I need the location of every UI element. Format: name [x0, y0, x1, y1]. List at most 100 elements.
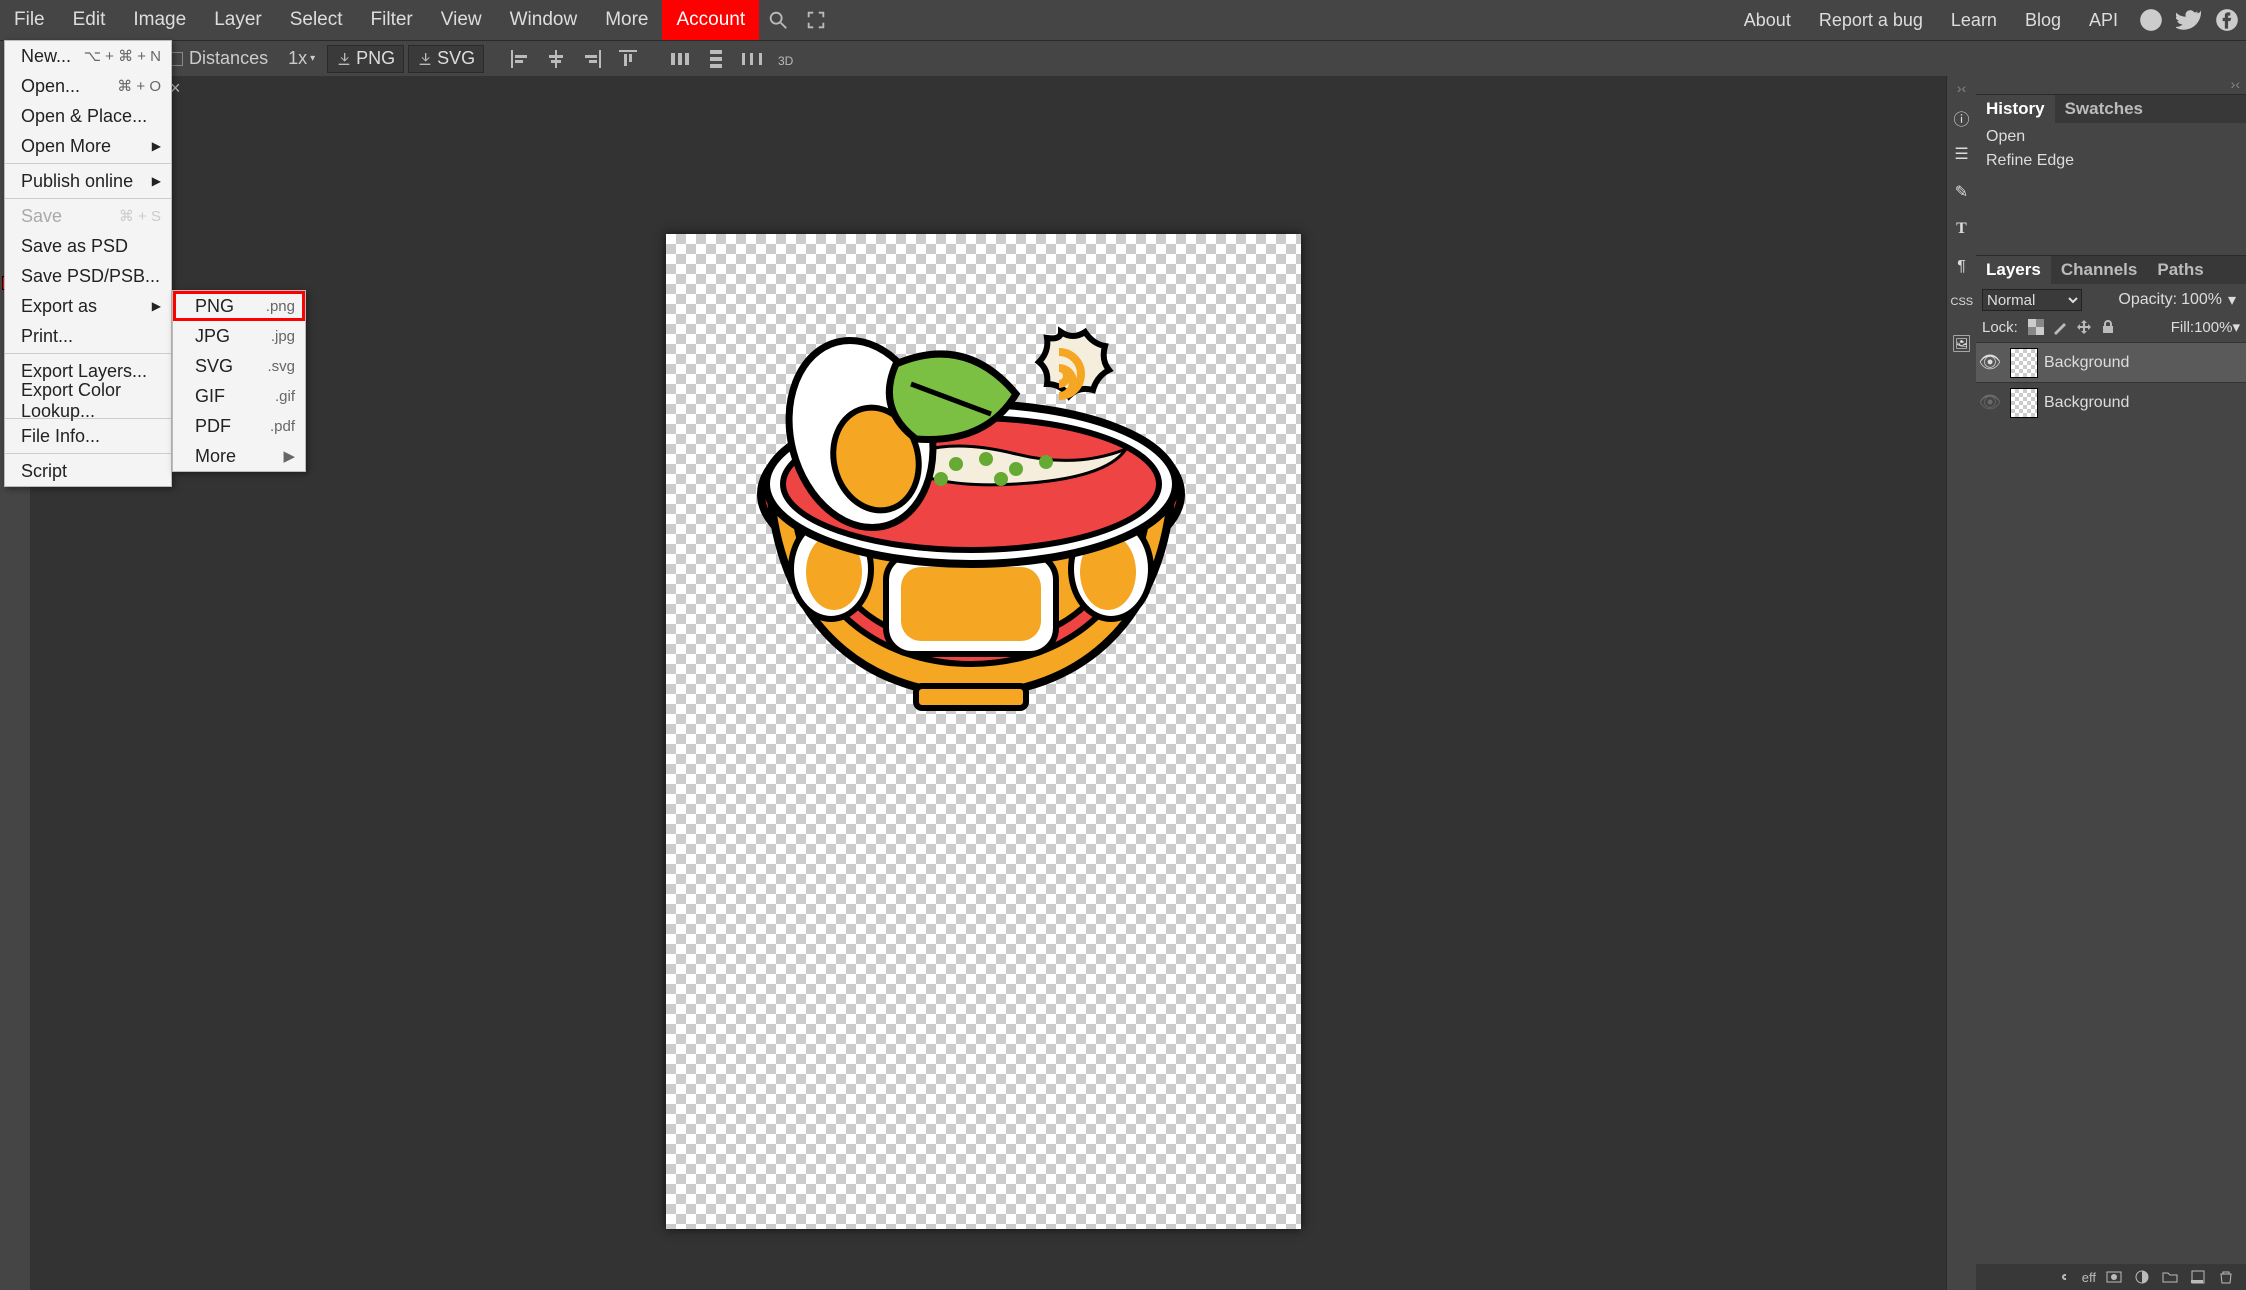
blend-mode-select[interactable]: Normal — [1982, 289, 2082, 311]
layer-name[interactable]: Background — [2044, 354, 2129, 372]
align-right-icon[interactable] — [580, 47, 604, 71]
menu-window[interactable]: Window — [496, 0, 592, 40]
file-menu-item[interactable]: Print... — [5, 321, 171, 351]
twitter-icon[interactable] — [2176, 7, 2202, 33]
search-icon[interactable] — [767, 9, 789, 31]
menu-filter[interactable]: Filter — [357, 0, 427, 40]
menu-layer[interactable]: Layer — [200, 0, 276, 40]
menu-blog[interactable]: Blog — [2011, 0, 2075, 40]
export-submenu-item[interactable]: PNG.png — [173, 291, 305, 321]
distribute-h-icon[interactable] — [668, 47, 692, 71]
file-menu-item[interactable]: Save PSD/PSB... — [5, 261, 171, 291]
export-submenu-item[interactable]: SVG.svg — [173, 351, 305, 381]
distribute-v-icon[interactable] — [704, 47, 728, 71]
tab-paths[interactable]: Paths — [2147, 256, 2213, 284]
zoom-caret-icon[interactable]: ▾ — [310, 53, 315, 64]
layer-effects-label[interactable]: eff — [2082, 1270, 2096, 1285]
lock-all-icon[interactable] — [2100, 319, 2116, 335]
align-top-icon[interactable] — [616, 47, 640, 71]
lock-transparency-icon[interactable] — [2028, 319, 2044, 335]
options-bar: ransform controls Distances 1x▾ PNG SVG … — [0, 40, 2246, 76]
tab-swatches[interactable]: Swatches — [2055, 95, 2153, 123]
fill-caret-icon[interactable]: ▾ — [2232, 318, 2240, 336]
delete-layer-icon[interactable] — [2218, 1269, 2234, 1285]
lock-pixels-icon[interactable] — [2052, 319, 2068, 335]
export-svg-button[interactable]: SVG — [408, 45, 484, 73]
menu-file[interactable]: File — [0, 0, 59, 40]
distribute-spacing-icon[interactable] — [740, 47, 764, 71]
export-as-submenu: PNG.pngJPG.jpgSVG.svgGIF.gifPDF.pdfMore▶ — [172, 290, 306, 472]
fill-value[interactable]: 100% — [2194, 319, 2232, 336]
collapse-panels-icon[interactable]: ›‹ — [2231, 76, 2240, 94]
character-panel-icon[interactable]: T — [1951, 220, 1973, 242]
export-png-button[interactable]: PNG — [327, 45, 404, 73]
export-submenu-item[interactable]: JPG.jpg — [173, 321, 305, 351]
file-menu-item[interactable]: Export Color Lookup... — [5, 386, 171, 416]
reddit-icon[interactable] — [2138, 7, 2164, 33]
history-panel: History Swatches Open Refine Edge — [1976, 94, 2246, 255]
menu-more[interactable]: More — [591, 0, 662, 40]
menu-api[interactable]: API — [2075, 0, 2132, 40]
new-layer-icon[interactable] — [2190, 1269, 2206, 1285]
css-panel-icon[interactable]: CSS — [1951, 296, 1973, 318]
export-submenu-item[interactable]: GIF.gif — [173, 381, 305, 411]
opacity-caret-icon[interactable]: ▾ — [2228, 290, 2240, 310]
collapse-panels-icon[interactable]: ›‹ — [1957, 80, 1966, 98]
brush-panel-icon[interactable]: ✎ — [1951, 182, 1973, 204]
menu-report-bug[interactable]: Report a bug — [1805, 0, 1937, 40]
fill-label: Fill: — [2171, 319, 2194, 336]
facebook-icon[interactable] — [2214, 7, 2240, 33]
layer-thumbnail[interactable] — [2010, 348, 2038, 378]
canvas[interactable] — [666, 234, 1301, 1229]
layer-visibility-icon[interactable]: 👁 — [1976, 392, 2004, 413]
layer-visibility-icon[interactable]: 👁 — [1976, 352, 2004, 373]
file-menu-item[interactable]: Open...⌘ + O — [5, 71, 171, 101]
layers-footer: eff — [1976, 1264, 2246, 1290]
tab-channels[interactable]: Channels — [2051, 256, 2148, 284]
layer-item[interactable]: 👁 Background — [1976, 382, 2246, 422]
info-panel-icon[interactable]: ⓘ — [1951, 106, 1973, 128]
menu-view[interactable]: View — [427, 0, 496, 40]
file-menu-item[interactable]: Save as PSD — [5, 231, 171, 261]
file-menu-item[interactable]: New...⌥ + ⌘ + N — [5, 41, 171, 71]
canvas-area[interactable]: × — [30, 76, 1946, 1290]
menu-account[interactable]: Account — [662, 0, 759, 40]
file-menu-item[interactable]: File Info... — [5, 421, 171, 451]
menu-learn[interactable]: Learn — [1937, 0, 2011, 40]
file-menu-item[interactable]: Publish online▶ — [5, 166, 171, 196]
opacity-value[interactable]: 100% — [2181, 291, 2222, 309]
paragraph-panel-icon[interactable]: ¶ — [1951, 258, 1973, 280]
menu-image[interactable]: Image — [119, 0, 200, 40]
adjustment-layer-icon[interactable] — [2134, 1269, 2150, 1285]
export-submenu-item[interactable]: More▶ — [173, 441, 305, 471]
export-submenu-item[interactable]: PDF.pdf — [173, 411, 305, 441]
distances-label: Distances — [189, 48, 268, 69]
align-left-icon[interactable] — [508, 47, 532, 71]
fullscreen-icon[interactable] — [805, 9, 827, 31]
file-menu-item[interactable]: Open & Place... — [5, 101, 171, 131]
tab-layers[interactable]: Layers — [1976, 256, 2051, 284]
layer-name[interactable]: Background — [2044, 394, 2129, 412]
layer-thumbnail[interactable] — [2010, 388, 2038, 418]
layer-item[interactable]: 👁 Background — [1976, 342, 2246, 382]
align-center-h-icon[interactable] — [544, 47, 568, 71]
zoom-level[interactable]: 1x — [288, 48, 307, 69]
file-menu-item[interactable]: Script — [5, 456, 171, 486]
file-menu-item[interactable]: Export as▶ — [5, 291, 171, 321]
menu-edit[interactable]: Edit — [59, 0, 120, 40]
image-panel-icon[interactable]: 🖼 — [1951, 334, 1973, 356]
lock-position-icon[interactable] — [2076, 319, 2092, 335]
layer-mask-icon[interactable] — [2106, 1269, 2122, 1285]
history-item[interactable]: Open — [1982, 125, 2240, 149]
menu-bar: File Edit Image Layer Select Filter View… — [0, 0, 2246, 40]
history-item[interactable]: Refine Edge — [1982, 149, 2240, 173]
new-folder-icon[interactable] — [2162, 1269, 2178, 1285]
download-icon — [336, 51, 352, 67]
menu-about[interactable]: About — [1730, 0, 1805, 40]
file-menu-item[interactable]: Open More▶ — [5, 131, 171, 161]
adjustment-panel-icon[interactable]: ☰ — [1951, 144, 1973, 166]
tab-history[interactable]: History — [1976, 95, 2055, 123]
menu-select[interactable]: Select — [276, 0, 357, 40]
link-layers-icon[interactable] — [2056, 1269, 2072, 1285]
3d-icon[interactable]: 3D — [776, 47, 800, 71]
